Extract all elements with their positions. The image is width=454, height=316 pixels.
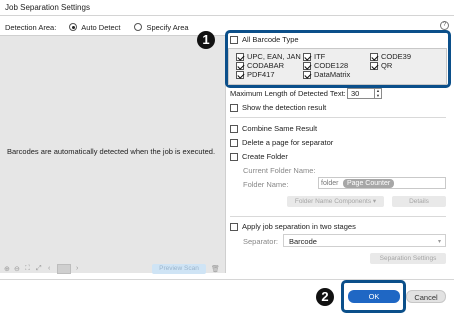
trash-icon[interactable]: 🗑 <box>211 265 220 273</box>
combine-row[interactable]: Combine Same Result <box>230 124 317 133</box>
create-folder-row[interactable]: Create Folder <box>230 152 288 161</box>
folder-name-field[interactable]: folder Page Counter <box>318 177 446 189</box>
show-result-label[interactable]: Show the detection result <box>242 103 326 112</box>
itf-checkbox[interactable] <box>303 52 311 61</box>
barcode-type-datamatrix[interactable]: DataMatrix <box>303 70 350 79</box>
barcode-type-qr[interactable]: QR <box>370 61 392 70</box>
create-folder-checkbox[interactable] <box>230 152 238 161</box>
delete-page-row[interactable]: Delete a page for separator <box>230 138 333 147</box>
folder-name-components-button[interactable]: Folder Name Components ▾ <box>287 196 384 207</box>
datamatrix-checkbox[interactable] <box>303 70 311 79</box>
detection-area-row: Detection Area: Auto Detect Specify Area <box>5 21 225 33</box>
zoom-in-icon[interactable]: ⊕ <box>4 265 10 273</box>
cancel-button[interactable]: Cancel <box>406 290 446 303</box>
show-result-row[interactable]: Show the detection result <box>230 103 326 112</box>
spinner-arrows-icon[interactable]: ▲ ▼ <box>374 88 381 98</box>
preview-scan-button[interactable]: Preview Scan <box>152 264 206 274</box>
barcode-type-code39[interactable]: CODE39 <box>370 52 411 61</box>
callout-marker-1: 1 <box>197 31 215 49</box>
barcode-type-upc[interactable]: UPC, EAN, JAN <box>236 52 301 61</box>
divider <box>230 117 446 118</box>
current-folder-name-label: Current Folder Name: <box>243 166 316 175</box>
help-icon[interactable]: ? <box>440 21 449 30</box>
callout-marker-2: 2 <box>316 288 334 306</box>
delete-page-label[interactable]: Delete a page for separator <box>242 138 333 147</box>
specify-area-label[interactable]: Specify Area <box>146 23 188 32</box>
dropdown-arrow-icon: ▾ <box>372 198 377 205</box>
max-length-spinner[interactable]: 30 ▲ ▼ <box>347 88 382 99</box>
folder-name-components-label: Folder Name Components <box>294 198 372 205</box>
barcode-type-pdf417[interactable]: PDF417 <box>236 70 275 79</box>
qr-label[interactable]: QR <box>381 61 392 70</box>
page-counter-token[interactable]: Page Counter <box>343 179 395 188</box>
previous-page-icon[interactable]: ‹ <box>48 265 50 272</box>
window-title: Job Separation Settings <box>5 3 90 12</box>
details-button[interactable]: Details <box>392 196 446 207</box>
code39-checkbox[interactable] <box>370 52 378 61</box>
pdf417-checkbox[interactable] <box>236 70 244 79</box>
upc-checkbox[interactable] <box>236 52 244 61</box>
separator-select[interactable]: Barcode ▾ <box>283 234 446 247</box>
codabar-label[interactable]: CODABAR <box>247 61 284 70</box>
all-barcode-type-label[interactable]: All Barcode Type <box>242 35 299 44</box>
create-folder-label[interactable]: Create Folder <box>242 152 288 161</box>
upc-label[interactable]: UPC, EAN, JAN <box>247 52 301 61</box>
separator-label: Separator: <box>243 237 279 246</box>
codabar-checkbox[interactable] <box>236 61 244 70</box>
max-length-label: Maximum Length of Detected Text: <box>230 89 346 98</box>
barcode-type-codabar[interactable]: CODABAR <box>236 61 284 70</box>
preview-pane: Barcodes are automatically detected when… <box>0 35 226 273</box>
zoom-out-icon[interactable]: ⊖ <box>14 265 20 273</box>
show-result-checkbox[interactable] <box>230 103 238 112</box>
title-bar: Job Separation Settings <box>0 0 454 16</box>
folder-prefix-text: folder <box>321 180 339 187</box>
next-page-icon[interactable]: › <box>76 265 78 272</box>
barcode-type-code128[interactable]: CODE128 <box>303 61 348 70</box>
combine-checkbox[interactable] <box>230 124 238 133</box>
ok-button[interactable]: OK <box>348 290 400 303</box>
max-length-value[interactable]: 30 <box>351 89 359 98</box>
two-stage-row[interactable]: Apply job separation in two stages <box>230 222 356 231</box>
auto-detect-message: Barcodes are automatically detected when… <box>7 147 216 156</box>
chevron-down-icon: ▾ <box>437 239 441 245</box>
page-number-box[interactable] <box>57 264 71 274</box>
divider <box>230 216 446 217</box>
folder-name-label: Folder Name: <box>243 180 289 189</box>
all-barcode-type-checkbox[interactable] <box>230 35 238 44</box>
code39-label[interactable]: CODE39 <box>381 52 411 61</box>
combine-label[interactable]: Combine Same Result <box>242 124 317 133</box>
detection-area-label: Detection Area: <box>5 22 57 32</box>
code128-label[interactable]: CODE128 <box>314 61 348 70</box>
all-barcode-type-row[interactable]: All Barcode Type <box>230 35 299 44</box>
specify-area-radio[interactable] <box>134 23 143 31</box>
pdf417-label[interactable]: PDF417 <box>247 70 275 79</box>
qr-checkbox[interactable] <box>370 61 378 70</box>
barcode-type-itf[interactable]: ITF <box>303 52 325 61</box>
separator-value: Barcode <box>289 237 317 246</box>
two-stage-label[interactable]: Apply job separation in two stages <box>242 222 356 231</box>
fit-page-icon[interactable]: ⛶ <box>25 265 30 273</box>
separation-settings-button[interactable]: Separation Settings <box>370 253 446 264</box>
full-screen-icon[interactable]: ⤢ <box>36 265 42 273</box>
code128-checkbox[interactable] <box>303 61 311 70</box>
two-stage-checkbox[interactable] <box>230 222 238 231</box>
auto-detect-label[interactable]: Auto Detect <box>81 23 120 32</box>
max-length-row: Maximum Length of Detected Text: <box>230 89 346 98</box>
datamatrix-label[interactable]: DataMatrix <box>314 70 350 79</box>
itf-label[interactable]: ITF <box>314 52 325 61</box>
auto-detect-radio[interactable] <box>69 23 78 31</box>
delete-page-checkbox[interactable] <box>230 138 238 147</box>
